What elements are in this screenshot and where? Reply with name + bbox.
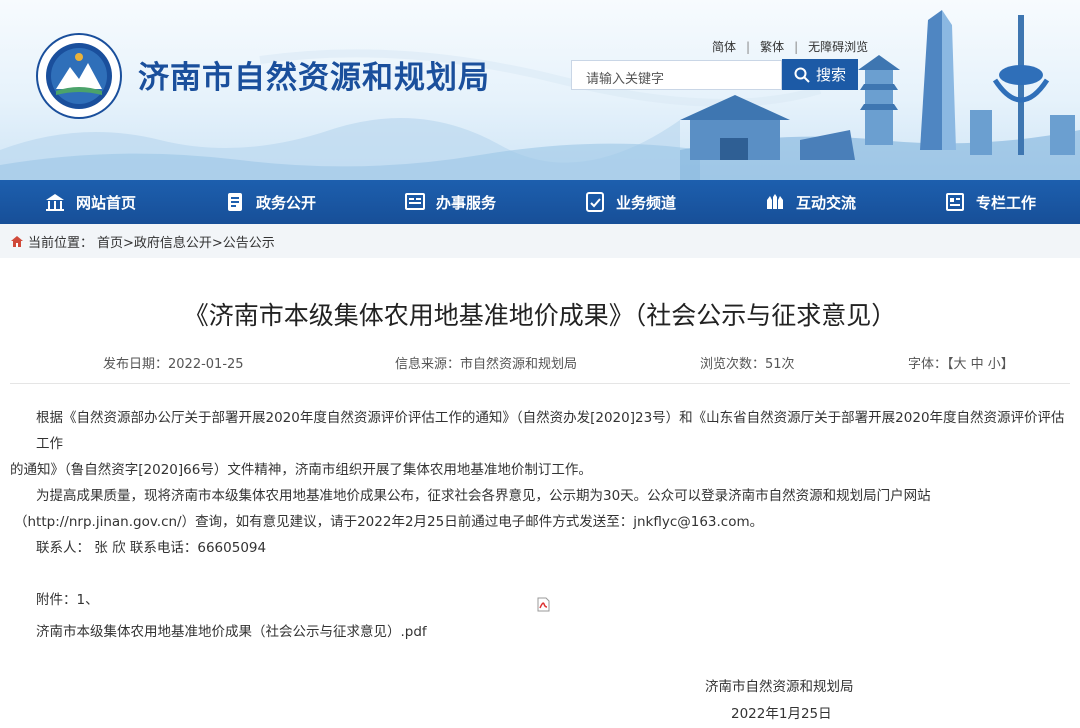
publish-date: 发布日期：2022-01-25 xyxy=(103,357,244,372)
main-nav: 网站首页 政务公开 办事服务 业务频道 互动交流 专栏工作 xyxy=(0,180,1080,224)
document-icon xyxy=(227,193,242,211)
article-title: 《济南市本级集体农用地基准地价成果》（社会公示与征求意见） xyxy=(183,301,897,330)
font-size-control[interactable]: 字体：【大 中 小】 xyxy=(908,353,1014,372)
nav-item-column-work[interactable]: 专栏工作 xyxy=(900,180,1080,224)
nav-item-interaction[interactable]: 互动交流 xyxy=(720,180,900,224)
paragraph-1b: 的通知》（鲁自然资字[2020]66号）文件精神，济南市组织开展了集体农用地基准… xyxy=(10,462,592,478)
signature-org: 济南市自然资源和规划局 xyxy=(705,679,854,695)
article-body: 根据《自然资源部办公厅关于部署开展2020年度自然资源评价评估工作的通知》（自然… xyxy=(10,405,1078,613)
column-icon xyxy=(945,193,964,211)
view-count: 浏览次数：51次 xyxy=(700,357,795,372)
home-icon xyxy=(45,194,64,211)
service-icon xyxy=(404,193,425,210)
nav-item-home[interactable]: 网站首页 xyxy=(0,180,180,224)
info-source: 信息来源：市自然资源和规划局 xyxy=(395,357,578,372)
paragraph-2a: 为提高成果质量，现将济南市本级集体农用地基准地价成果公布，征求社会各界意见，公示… xyxy=(36,488,931,504)
breadcrumb-path[interactable]: 首页>政府信息公开>公告公示 xyxy=(97,232,275,251)
nav-item-label: 办事服务 xyxy=(435,193,496,212)
hands-icon xyxy=(766,194,783,209)
nav-item-services[interactable]: 办事服务 xyxy=(360,180,540,224)
nav-item-label: 业务频道 xyxy=(615,193,676,212)
channel-icon xyxy=(585,192,604,212)
site-header: 济南市自然资源和规划局 简体 | 繁体 | 无障碍浏览 请输入关键字 搜索 xyxy=(0,0,1080,180)
breadcrumb-prefix: 当前位置： xyxy=(28,235,94,251)
paragraph-2b: （http://nrp.jinan.gov.cn/）查询，如有意见建议，请于20… xyxy=(14,514,764,530)
nav-item-gov-open[interactable]: 政务公开 xyxy=(180,180,360,224)
pdf-icon[interactable] xyxy=(537,597,550,612)
nav-item-label: 互动交流 xyxy=(795,193,856,212)
paragraph-1a: 根据《自然资源部办公厅关于部署开展2020年度自然资源评价评估工作的通知》（自然… xyxy=(36,410,1065,452)
nav-item-channels[interactable]: 业务频道 xyxy=(540,180,720,224)
nav-item-label: 网站首页 xyxy=(75,193,136,212)
location-home-icon xyxy=(11,236,23,247)
divider xyxy=(10,383,1070,384)
nav-item-label: 专栏工作 xyxy=(975,193,1036,212)
attachment-file-link[interactable]: 济南市本级集体农用地基准地价成果（社会公示与征求意见）.pdf xyxy=(36,620,427,640)
bureau-logo-icon xyxy=(36,33,122,119)
nav-item-label: 政务公开 xyxy=(255,193,316,212)
signature-date: 2022年1月25日 xyxy=(731,706,832,722)
breadcrumb: 当前位置： 首页>政府信息公开>公告公示 xyxy=(0,224,1080,258)
contact-line: 联系人： 张 欣 联系电话：66605094 xyxy=(36,540,267,556)
site-title: 济南市自然资源和规划局 xyxy=(138,60,490,96)
city-skyline-illustration xyxy=(680,10,1080,180)
